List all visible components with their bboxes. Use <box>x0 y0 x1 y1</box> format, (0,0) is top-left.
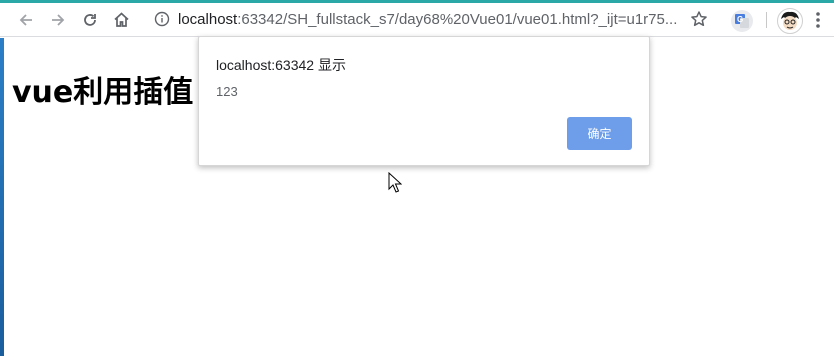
home-button[interactable] <box>107 3 135 36</box>
url-path: :63342/SH_fullstack_s7/day68%20Vue01/vue… <box>237 10 678 28</box>
reload-icon <box>84 13 96 26</box>
mouse-cursor-icon <box>388 172 402 193</box>
browser-toolbar: localhost:63342/SH_fullstack_s7/day68%20… <box>0 3 834 37</box>
address-bar[interactable]: localhost:63342/SH_fullstack_s7/day68%20… <box>146 4 726 34</box>
reload-button[interactable] <box>76 3 104 36</box>
forward-button[interactable] <box>44 3 72 36</box>
svg-text:G: G <box>737 15 743 24</box>
ok-button[interactable]: 确定 <box>567 117 632 150</box>
browser-window: localhost:63342/SH_fullstack_s7/day68%20… <box>0 0 834 356</box>
toolbar-divider <box>766 12 767 28</box>
back-arrow-icon <box>19 13 32 26</box>
dialog-message: 123 <box>216 84 238 99</box>
alert-dialog: localhost:63342 显示 123 确定 <box>198 36 650 166</box>
back-button[interactable] <box>12 3 40 36</box>
avatar[interactable] <box>777 8 803 34</box>
translate-glyph: G <box>735 14 749 28</box>
forward-arrow-icon <box>52 13 65 26</box>
page-heading: vue利用插值 <box>12 75 194 110</box>
profile-cartoon <box>781 11 799 30</box>
url-host: localhost <box>178 10 238 28</box>
url-text: localhost:63342/SH_fullstack_s7/day68%20… <box>178 11 677 28</box>
google-translate-icon[interactable]: G <box>731 10 753 32</box>
star-icon[interactable] <box>690 10 708 28</box>
dialog-title: localhost:63342 显示 <box>216 57 346 73</box>
info-icon[interactable] <box>154 11 170 27</box>
home-icon <box>113 12 129 27</box>
menu-dots-icon[interactable] <box>812 10 824 30</box>
